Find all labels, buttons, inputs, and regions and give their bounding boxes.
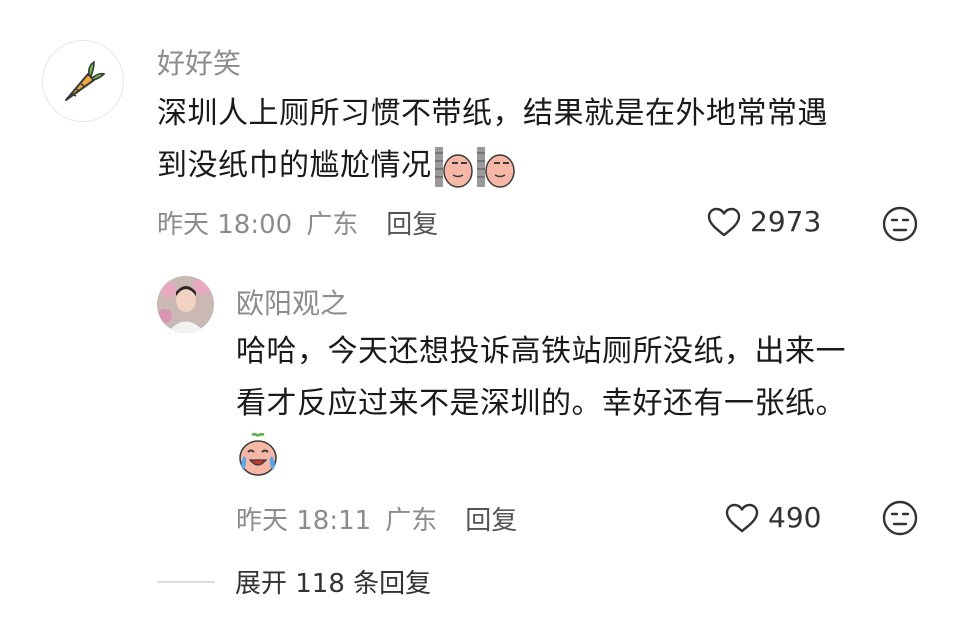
comment-reply-button[interactable]: 回复 — [386, 204, 438, 241]
reply-location: 广东 — [385, 506, 438, 536]
comment-text-line1: 深圳人上厕所习惯不带纸，结果就是在外地常常遇 — [157, 96, 828, 131]
reply-text-line1: 哈哈，今天还想投诉高铁站厕所没纸，出来一 — [236, 334, 846, 369]
reply-time: 昨天 18:11 — [236, 506, 372, 536]
awkward-wall-emoji — [476, 146, 515, 188]
comment-like-button[interactable]: 2973 — [706, 205, 821, 238]
comment-username[interactable]: 好好笑 — [157, 42, 241, 82]
reply-username[interactable]: 欧阳观之 — [236, 282, 348, 322]
meh-face-icon[interactable] — [882, 500, 918, 536]
avatar-main-commenter[interactable] — [42, 40, 124, 122]
carrot-icon — [65, 60, 106, 101]
meh-face-icon[interactable] — [882, 206, 918, 242]
comment-like-count: 2973 — [750, 205, 822, 238]
comment-text: 深圳人上厕所习惯不带纸，结果就是在外地常常遇 到没纸巾的尴尬情况 — [157, 88, 828, 192]
comment-meta: 昨天 18:00 广东 回复 — [157, 204, 438, 241]
heart-outline-icon — [707, 207, 741, 236]
reply-text-line2: 看才反应过来不是深圳的。幸好还有一张纸。 — [236, 386, 846, 421]
heart-outline-icon — [725, 503, 759, 532]
comment-location: 广东 — [306, 210, 359, 240]
reply-reply-button[interactable]: 回复 — [465, 500, 517, 537]
user-photo-avatar — [157, 276, 214, 333]
comment-time: 昨天 18:00 — [157, 210, 293, 240]
expand-divider-line — [157, 580, 215, 583]
reply-meta: 昨天 18:11 广东 回复 — [236, 500, 517, 537]
comment-text-line2: 到没纸巾的尴尬情况 — [157, 148, 432, 183]
expand-replies-label: 展开 118 条回复 — [235, 569, 432, 599]
reply-like-button[interactable]: 490 — [724, 501, 821, 534]
reply-text: 哈哈，今天还想投诉高铁站厕所没纸，出来一 看才反应过来不是深圳的。幸好还有一张纸… — [236, 326, 846, 430]
crying-laughing-emoji — [239, 432, 277, 476]
reply-like-count: 490 — [768, 501, 822, 534]
avatar-reply-commenter[interactable] — [157, 276, 214, 333]
expand-replies-button[interactable]: 展开 118 条回复 — [157, 563, 431, 600]
comment-text-line2-row: 到没纸巾的尴尬情况 — [157, 140, 828, 192]
awkward-wall-emoji — [434, 146, 473, 188]
